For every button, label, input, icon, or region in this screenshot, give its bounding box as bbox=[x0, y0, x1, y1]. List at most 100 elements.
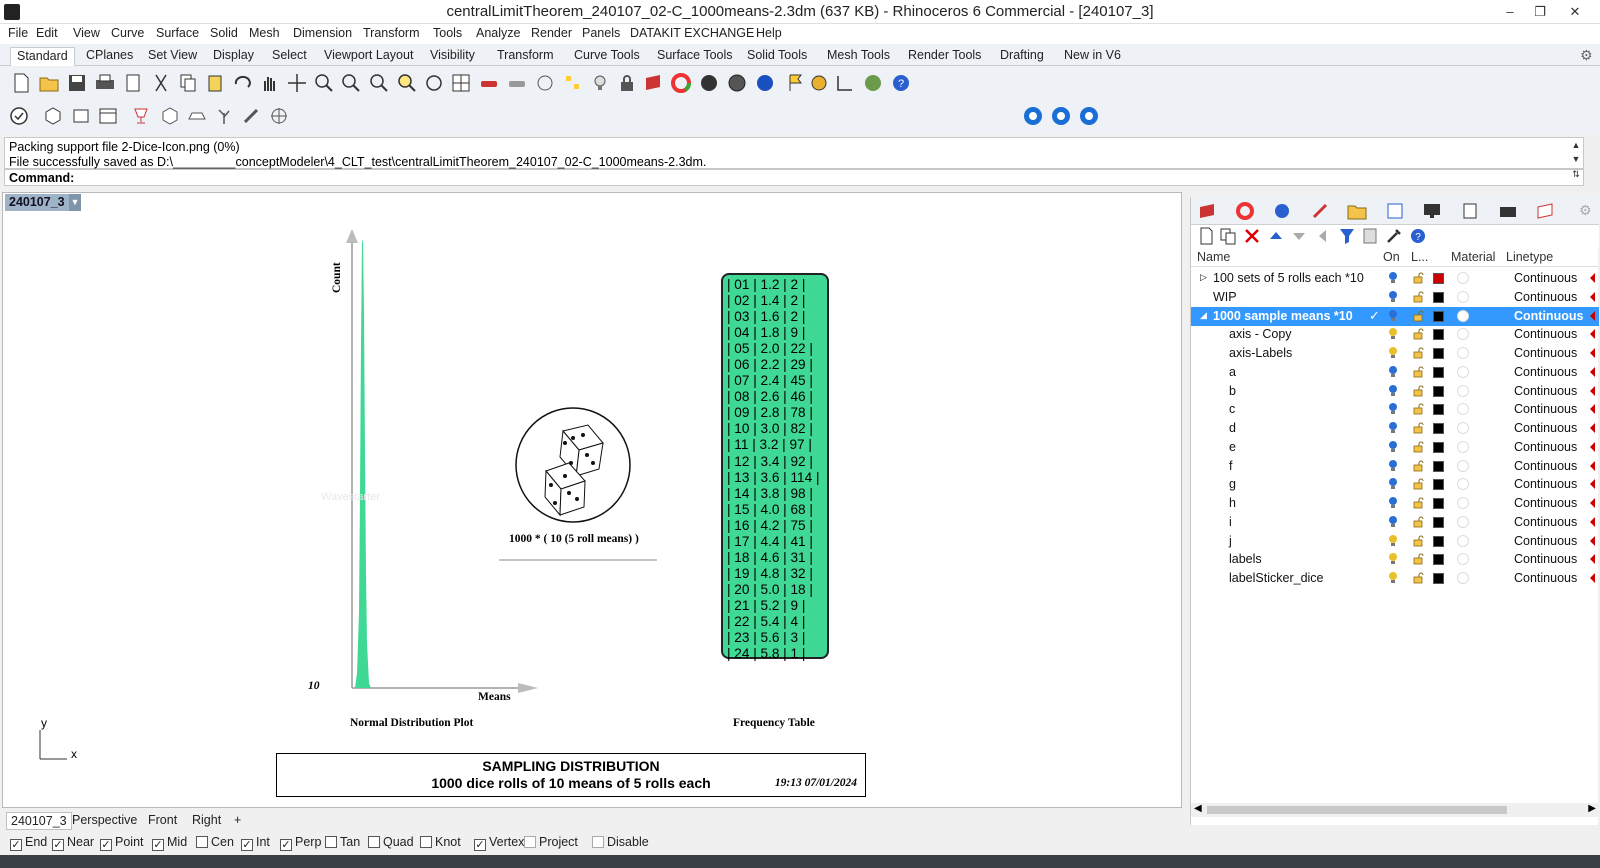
osnap-checkbox[interactable]: ✓ bbox=[52, 839, 64, 851]
help-icon[interactable]: ? bbox=[890, 72, 912, 94]
osnap-cen[interactable]: Cen bbox=[196, 835, 234, 849]
menu-tools[interactable]: Tools bbox=[433, 26, 462, 40]
flag-icon[interactable] bbox=[784, 72, 806, 94]
osnap-checkbox[interactable] bbox=[420, 836, 432, 848]
layer-lock-icon[interactable] bbox=[1413, 497, 1425, 509]
menu-render[interactable]: Render bbox=[531, 26, 572, 40]
paste-icon[interactable] bbox=[204, 72, 226, 94]
osnap-point[interactable]: ✓ Point bbox=[100, 835, 144, 851]
layers-tab-icon[interactable] bbox=[1197, 200, 1219, 222]
layer-row[interactable]: ▷ 100 sets of 5 rolls each *10 Continuous bbox=[1191, 269, 1599, 288]
menu-datakit-exchange[interactable]: DATAKIT EXCHANGE bbox=[630, 26, 754, 40]
layer-row[interactable]: a Continuous bbox=[1191, 363, 1599, 382]
layer-visibility-bulb-icon[interactable] bbox=[1387, 515, 1399, 529]
layer-material-icon[interactable] bbox=[1457, 384, 1469, 397]
layer-horizontal-scrollbar[interactable]: ◀ ▶ bbox=[1191, 803, 1599, 817]
header-on[interactable]: On bbox=[1383, 250, 1400, 264]
layer-lock-icon[interactable] bbox=[1413, 403, 1425, 415]
osnap-tan[interactable]: Tan bbox=[325, 835, 360, 849]
undo-icon[interactable] bbox=[231, 72, 253, 94]
tab-right[interactable]: Right bbox=[188, 812, 225, 828]
render-icon[interactable] bbox=[754, 72, 776, 94]
box-3d-icon[interactable] bbox=[159, 105, 181, 127]
layer-material-icon[interactable] bbox=[1457, 290, 1469, 303]
scroll-left-icon[interactable]: ◀ bbox=[1194, 803, 1202, 814]
filter-icon[interactable] bbox=[1336, 225, 1358, 247]
layer-lock-icon[interactable] bbox=[1413, 553, 1425, 565]
layer-visibility-bulb-icon[interactable] bbox=[1387, 346, 1399, 360]
osnap-near[interactable]: ✓ Near bbox=[52, 835, 94, 851]
tab-visibility[interactable]: Visibility bbox=[424, 47, 481, 66]
osnap-knot[interactable]: Knot bbox=[420, 835, 461, 849]
menu-transform[interactable]: Transform bbox=[363, 26, 420, 40]
osnap-checkbox[interactable]: ✓ bbox=[241, 839, 253, 851]
layer-material-icon[interactable] bbox=[1457, 440, 1469, 453]
header-linetype[interactable]: Linetype bbox=[1506, 250, 1553, 264]
open-folder-icon[interactable] bbox=[38, 72, 60, 94]
tab-drafting[interactable]: Drafting bbox=[994, 47, 1050, 66]
globe-icon[interactable] bbox=[862, 72, 884, 94]
layer-row[interactable]: h Continuous bbox=[1191, 494, 1599, 513]
layer-visibility-bulb-icon[interactable] bbox=[1387, 290, 1399, 304]
menu-help[interactable]: Help bbox=[756, 26, 782, 40]
layer-linetype[interactable]: Continuous bbox=[1514, 384, 1577, 398]
layer-help-icon[interactable]: ? bbox=[1407, 225, 1429, 247]
four-viewports-icon[interactable] bbox=[450, 72, 472, 94]
layer-material-icon[interactable] bbox=[1457, 328, 1469, 341]
layer-lock-icon[interactable] bbox=[1413, 310, 1425, 322]
layer-row[interactable]: WIP Continuous bbox=[1191, 288, 1599, 307]
layer-lock-icon[interactable] bbox=[1413, 516, 1425, 528]
layer-lock-icon[interactable] bbox=[1413, 328, 1425, 340]
zoom-selected-icon[interactable] bbox=[396, 72, 418, 94]
layer-color-swatch[interactable] bbox=[1433, 460, 1444, 472]
layer-linetype[interactable]: Continuous bbox=[1514, 496, 1577, 510]
layer-row[interactable]: c Continuous bbox=[1191, 400, 1599, 419]
layer-visibility-bulb-icon[interactable] bbox=[1387, 496, 1399, 510]
osnap-checkbox[interactable] bbox=[592, 836, 604, 848]
tab-mesh-tools[interactable]: Mesh Tools bbox=[821, 47, 896, 66]
tab-cplanes[interactable]: CPlanes bbox=[80, 47, 139, 66]
layer-row[interactable]: j Continuous bbox=[1191, 532, 1599, 551]
layer-color-swatch[interactable] bbox=[1433, 554, 1444, 566]
layer-visibility-bulb-icon[interactable] bbox=[1387, 365, 1399, 379]
tab-front[interactable]: Front bbox=[144, 812, 181, 828]
new-sublayer-icon[interactable] bbox=[1217, 225, 1239, 247]
osnap-vertex[interactable]: ✓ Vertex bbox=[474, 835, 524, 851]
layer-row[interactable]: labelSticker_dice Continuous bbox=[1191, 569, 1599, 588]
layer-visibility-bulb-icon[interactable] bbox=[1387, 327, 1399, 341]
print-icon[interactable] bbox=[94, 72, 116, 94]
zoom-extents-icon[interactable] bbox=[368, 72, 390, 94]
layer-material-icon[interactable] bbox=[1457, 403, 1469, 416]
check-object-icon[interactable] bbox=[8, 105, 30, 127]
layer-color-swatch[interactable] bbox=[1433, 385, 1444, 397]
car-body-icon[interactable] bbox=[186, 105, 208, 127]
plant-icon[interactable] bbox=[213, 105, 235, 127]
osnap-mid[interactable]: ✓ Mid bbox=[152, 835, 187, 851]
minimize-button[interactable]: – bbox=[1495, 2, 1525, 22]
layer-material-icon[interactable] bbox=[1457, 347, 1469, 359]
menu-view[interactable]: View bbox=[73, 26, 100, 40]
add-viewport-tab-button[interactable]: + bbox=[230, 812, 245, 828]
layer-visibility-bulb-icon[interactable] bbox=[1387, 477, 1399, 491]
box-edit-icon[interactable] bbox=[70, 105, 92, 127]
properties-icon[interactable] bbox=[122, 72, 144, 94]
header-lock[interactable]: L... bbox=[1411, 250, 1428, 264]
layer-linetype[interactable]: Continuous bbox=[1514, 346, 1577, 360]
layer-linetype[interactable]: Continuous bbox=[1514, 571, 1577, 585]
layer-material-icon[interactable] bbox=[1457, 272, 1469, 284]
plugin-blue-2-icon[interactable] bbox=[1050, 105, 1072, 127]
color-wheel-icon[interactable] bbox=[670, 72, 692, 94]
layer-doc-icon[interactable] bbox=[1359, 225, 1381, 247]
osnap-checkbox[interactable]: ✓ bbox=[280, 839, 292, 851]
layer-visibility-bulb-icon[interactable] bbox=[1387, 421, 1399, 435]
named-views-tab-icon[interactable] bbox=[1535, 200, 1557, 222]
color-tab-icon[interactable] bbox=[1234, 200, 1256, 222]
brush-icon[interactable] bbox=[240, 105, 262, 127]
layer-lock-icon[interactable] bbox=[1413, 535, 1425, 547]
layer-color-swatch[interactable] bbox=[1433, 291, 1444, 303]
layer-visibility-bulb-icon[interactable] bbox=[1387, 440, 1399, 454]
copy-icon[interactable] bbox=[177, 72, 199, 94]
tab-set-view[interactable]: Set View bbox=[142, 47, 203, 66]
layer-color-swatch[interactable] bbox=[1433, 273, 1444, 284]
move-down-icon[interactable] bbox=[1288, 225, 1310, 247]
